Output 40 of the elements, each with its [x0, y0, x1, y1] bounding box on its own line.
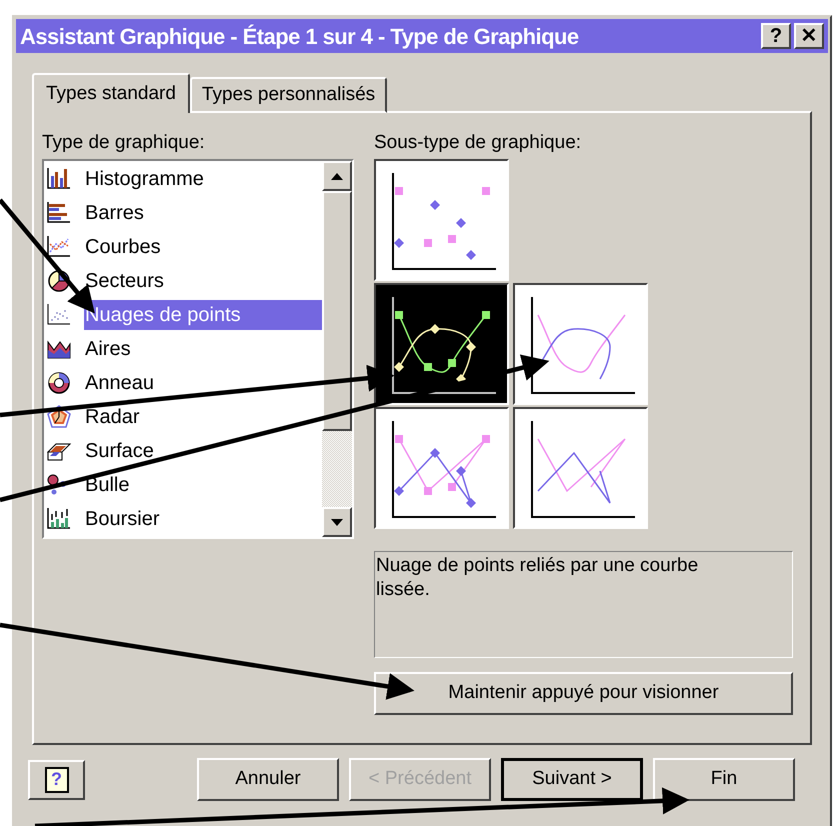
scroll-down-button[interactable] — [322, 507, 352, 537]
chart-type-item[interactable]: Surface — [84, 436, 155, 466]
help-icon: ? — [44, 766, 68, 792]
chart-type-item[interactable]: Courbes — [84, 232, 162, 262]
chart-subtype-option[interactable] — [374, 407, 509, 529]
chart-type-item[interactable]: Aires — [84, 334, 132, 364]
chart-subtype-option[interactable] — [513, 283, 648, 405]
chart-type-item[interactable]: Anneau — [84, 368, 155, 398]
help-title-button[interactable]: ? — [761, 23, 791, 49]
chart-type-item[interactable]: Barres — [84, 198, 145, 228]
chart-type-icon — [46, 200, 72, 226]
scrollbar[interactable] — [322, 161, 352, 537]
chart-type-item[interactable]: Radar — [84, 402, 140, 432]
dialog-button[interactable]: Fin — [653, 758, 795, 801]
help-button[interactable]: ? — [28, 760, 85, 800]
scroll-up-button[interactable] — [322, 161, 352, 191]
window-title: Assistant Graphique - Étape 1 sur 4 - Type de Graphique — [20, 22, 579, 51]
chart-subtype-option[interactable] — [374, 283, 509, 405]
chart-subtype-option[interactable] — [374, 159, 509, 281]
up-arrow-icon — [331, 172, 343, 180]
subtype-label: Sous-type de graphique: — [374, 131, 582, 155]
chart-subtype-option[interactable] — [513, 407, 648, 529]
chart-type-item[interactable]: Histogramme — [84, 164, 205, 194]
tab[interactable]: Types standard — [32, 73, 190, 113]
chart-type-icon — [46, 506, 72, 532]
tab[interactable]: Types personnalisés — [190, 77, 388, 113]
chart-type-label: Type de graphique: — [42, 131, 206, 155]
close-button[interactable]: ✕ — [794, 23, 824, 49]
chart-type-icon — [46, 234, 72, 260]
chart-type-item[interactable]: Boursier — [84, 504, 160, 534]
chart-type-item[interactable]: Secteurs — [84, 266, 165, 296]
chart-type-icon — [46, 370, 72, 396]
down-arrow-icon — [331, 518, 343, 526]
chart-type-item[interactable]: Nuages de points — [84, 300, 322, 330]
description-box: Nuage de points reliés par une courbe lissée. — [374, 551, 793, 658]
preview-button[interactable]: Maintenir appuyé pour visionner — [374, 672, 793, 715]
chart-type-icon — [46, 166, 72, 192]
dialog-button[interactable]: Suivant > — [501, 758, 643, 801]
scroll-thumb[interactable] — [322, 191, 352, 431]
dialog-button[interactable]: Annuler — [197, 758, 339, 801]
